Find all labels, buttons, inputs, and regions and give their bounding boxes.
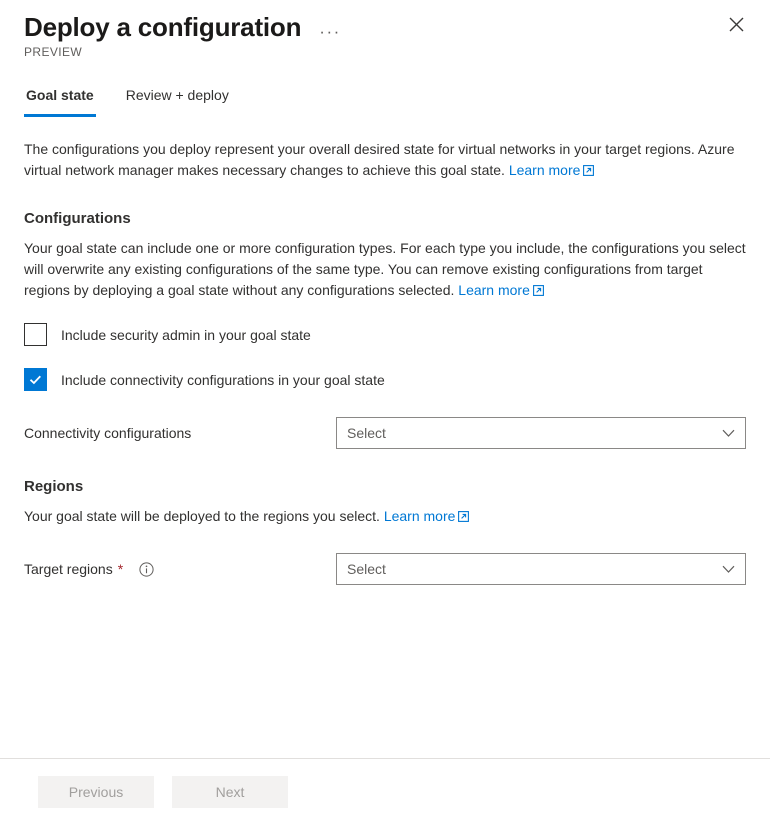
- blade-body: The configurations you deploy represent …: [0, 139, 770, 585]
- intro-learn-more-link[interactable]: Learn more: [509, 162, 595, 178]
- intro-paragraph: The configurations you deploy represent …: [24, 139, 746, 181]
- regions-heading: Regions: [24, 478, 84, 495]
- regions-learn-more-link[interactable]: Learn more: [384, 508, 470, 524]
- connectivity-checkbox-label: Include connectivity configurations in y…: [61, 371, 385, 388]
- blade-footer: Previous Next: [0, 758, 770, 825]
- security-admin-checkbox-label: Include security admin in your goal stat…: [61, 326, 311, 343]
- deploy-configuration-blade: Deploy a configuration ··· PREVIEW Goal …: [0, 0, 770, 825]
- blade-header: Deploy a configuration ··· PREVIEW: [0, 0, 770, 59]
- target-regions-field: Target regions * Select: [24, 553, 746, 585]
- connectivity-configurations-dropdown-value: Select: [347, 425, 386, 441]
- checkbox-row-connectivity[interactable]: Include connectivity configurations in y…: [24, 368, 746, 391]
- checkbox-row-security-admin[interactable]: Include security admin in your goal stat…: [24, 323, 746, 346]
- info-icon[interactable]: [139, 561, 154, 577]
- configurations-description: Your goal state can include one or more …: [24, 238, 746, 301]
- title-row: Deploy a configuration ···: [24, 10, 746, 44]
- target-regions-label-text: Target regions: [24, 561, 113, 577]
- connectivity-configurations-dropdown[interactable]: Select: [336, 417, 746, 449]
- target-regions-label: Target regions *: [24, 559, 336, 579]
- chevron-down-icon: [722, 565, 735, 574]
- required-asterisk: *: [117, 561, 124, 577]
- connectivity-configurations-label: Connectivity configurations: [24, 423, 336, 443]
- close-button[interactable]: [722, 10, 750, 38]
- more-options-button[interactable]: ···: [315, 21, 344, 42]
- tab-bar: Goal state Review + deploy: [0, 81, 770, 117]
- target-regions-dropdown[interactable]: Select: [336, 553, 746, 585]
- preview-badge: PREVIEW: [24, 45, 83, 59]
- configurations-learn-more-link[interactable]: Learn more: [458, 282, 544, 298]
- previous-button[interactable]: Previous: [38, 776, 154, 808]
- checkmark-icon: [29, 375, 41, 385]
- intro-learn-more-label: Learn more: [508, 162, 581, 178]
- target-regions-dropdown-value: Select: [347, 561, 386, 577]
- regions-description-text: Your goal state will be deployed to the …: [24, 508, 384, 524]
- configurations-heading: Configurations: [24, 210, 131, 227]
- configurations-description-text: Your goal state can include one or more …: [24, 240, 746, 298]
- intro-text: The configurations you deploy represent …: [24, 141, 735, 178]
- connectivity-configurations-field: Connectivity configurations Select: [24, 417, 746, 449]
- configurations-learn-more-label: Learn more: [458, 282, 530, 298]
- external-link-icon: [458, 511, 470, 522]
- regions-description: Your goal state will be deployed to the …: [24, 506, 746, 527]
- tab-review-deploy[interactable]: Review + deploy: [124, 81, 231, 117]
- connectivity-checkbox[interactable]: [24, 368, 47, 391]
- connectivity-configurations-label-text: Connectivity configurations: [24, 425, 192, 441]
- external-link-icon: [532, 285, 544, 296]
- external-link-icon: [583, 165, 595, 176]
- next-button[interactable]: Next: [172, 776, 288, 808]
- close-icon: [729, 17, 744, 32]
- page-title: Deploy a configuration: [24, 12, 302, 42]
- security-admin-checkbox[interactable]: [24, 323, 47, 346]
- regions-learn-more-label: Learn more: [383, 508, 456, 524]
- chevron-down-icon: [722, 429, 735, 438]
- tab-goal-state[interactable]: Goal state: [24, 81, 96, 117]
